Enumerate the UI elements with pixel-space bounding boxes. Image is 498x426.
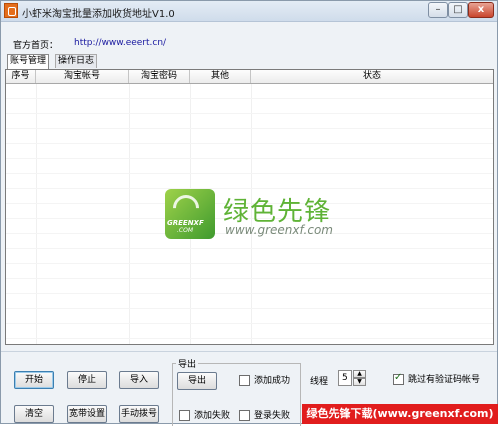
thread-down-button[interactable]: ▼ <box>353 378 366 386</box>
column-header-index[interactable]: 序号 <box>6 70 36 83</box>
app-icon <box>4 3 18 18</box>
checkbox-box[interactable] <box>393 372 404 385</box>
grid-line <box>6 143 493 144</box>
grid-line <box>129 84 130 344</box>
grid-line <box>6 188 493 189</box>
import-button[interactable]: 导入 <box>119 371 159 389</box>
official-site-label: 官方首页： <box>13 41 59 51</box>
download-banner: 绿色先锋下载(www.greenxf.com) <box>302 404 498 424</box>
title-bar[interactable]: 小虾米淘宝批量添加收货地址V1.0 – □ x <box>1 1 497 22</box>
stop-button[interactable]: 停止 <box>67 371 107 389</box>
thread-up-button[interactable]: ▲ <box>353 370 366 378</box>
thread-count-input[interactable]: 5 <box>338 370 352 386</box>
logo-subtext: .COM <box>177 227 193 234</box>
column-header-account[interactable]: 淘宝帐号 <box>36 70 129 83</box>
logo-text: GREENXF <box>167 219 204 227</box>
close-button[interactable]: x <box>468 2 494 18</box>
grid-line <box>6 323 493 324</box>
export-group-title: 导出 <box>176 357 199 370</box>
grid-line <box>36 84 37 344</box>
grid-line <box>6 278 493 279</box>
login-fail-label: 登录失败 <box>254 411 291 421</box>
checkbox-box[interactable] <box>239 410 250 421</box>
column-header-password[interactable]: 淘宝密码 <box>129 70 190 83</box>
thread-label: 线程 <box>310 377 329 387</box>
grid-line <box>6 338 493 339</box>
add-fail-checkbox[interactable]: 添加失败 <box>179 410 230 422</box>
official-site-link[interactable]: http://www.eeert.cn/ <box>74 38 166 48</box>
add-success-checkbox[interactable]: 添加成功 <box>239 375 290 387</box>
grid-line <box>6 98 493 99</box>
grid-line <box>6 263 493 264</box>
start-button[interactable]: 开始 <box>14 371 54 389</box>
add-fail-label: 添加失败 <box>194 411 231 421</box>
window-title: 小虾米淘宝批量添加收货地址V1.0 <box>22 9 175 20</box>
main-window: 小虾米淘宝批量添加收货地址V1.0 – □ x 官方首页： http://www… <box>0 0 498 426</box>
grid-line <box>6 113 493 114</box>
minimize-button[interactable]: – <box>428 2 448 18</box>
grid-line <box>6 308 493 309</box>
broadband-settings-button[interactable]: 宽带设置 <box>67 405 107 423</box>
grid-line <box>6 293 493 294</box>
skip-captcha-label: 跳过有验证码帐号 <box>408 375 481 385</box>
column-header-other[interactable]: 其他 <box>190 70 251 83</box>
tab-account-management[interactable]: 账号管理 <box>7 54 50 69</box>
checkbox-box[interactable] <box>239 375 250 386</box>
divider <box>1 351 497 352</box>
clear-button[interactable]: 清空 <box>14 405 54 423</box>
checkbox-box[interactable] <box>179 410 190 421</box>
watermark-url: www.greenxf.com <box>225 223 333 237</box>
tab-operation-log[interactable]: 操作日志 <box>55 54 98 68</box>
column-header-status[interactable]: 状态 <box>251 70 493 83</box>
grid-line <box>6 173 493 174</box>
skip-captcha-checkbox[interactable]: 跳过有验证码帐号 <box>393 372 481 386</box>
table-header: 序号 淘宝帐号 淘宝密码 其他 状态 <box>6 70 493 84</box>
export-button[interactable]: 导出 <box>177 372 217 390</box>
manual-dial-button[interactable]: 手动拨号 <box>119 405 159 423</box>
add-success-label: 添加成功 <box>254 376 291 386</box>
login-fail-checkbox[interactable]: 登录失败 <box>239 410 290 422</box>
grid-line <box>6 158 493 159</box>
greenxf-logo: GREENXF .COM <box>165 189 215 239</box>
grid-line <box>6 128 493 129</box>
maximize-button[interactable]: □ <box>448 2 468 18</box>
grid-line <box>6 248 493 249</box>
